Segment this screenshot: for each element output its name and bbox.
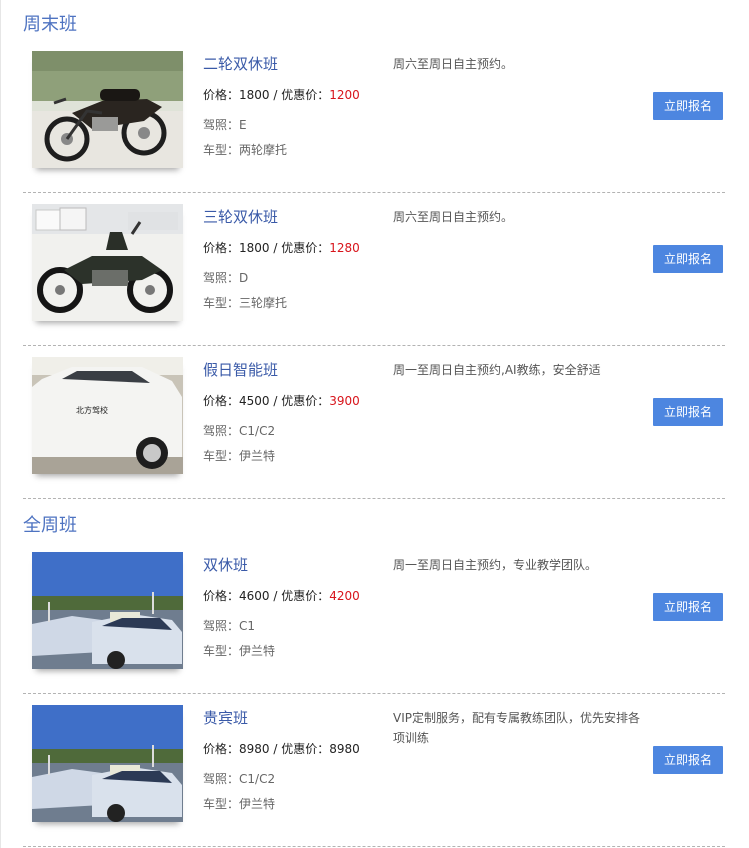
course-card: 三轮双休班 价格：1800 / 优惠价：1280 驾照：D 车型：三轮摩托 周六… <box>23 193 725 346</box>
price-label: 价格： <box>203 88 240 102</box>
license-label: 驾照： <box>203 118 240 132</box>
license-label: 驾照： <box>203 772 240 786</box>
model-line: 车型：伊兰特 <box>203 447 275 465</box>
model-label: 车型： <box>203 449 240 463</box>
license-line: 驾照：C1/C2 <box>203 422 275 440</box>
price-line: 价格：1800 / 优惠价：1280 <box>203 239 360 257</box>
license-line: 驾照：E <box>203 116 247 134</box>
signup-button[interactable]: 立即报名 <box>653 746 723 774</box>
price-line: 价格：1800 / 优惠价：1200 <box>203 86 360 104</box>
model-value: 伊兰特 <box>239 449 276 463</box>
discount-price: 1280 <box>329 241 360 255</box>
discount-price: 3900 <box>329 394 360 408</box>
discount-label: / 优惠价： <box>269 742 330 756</box>
license-value: D <box>239 271 249 285</box>
course-card: 贵宾班 价格：8980 / 优惠价：8980 驾照：C1/C2 车型：伊兰特 V… <box>23 694 725 847</box>
white-training-car-photo[interactable]: 北方驾校 <box>32 357 183 474</box>
discount-price: 1200 <box>329 88 360 102</box>
license-line: 驾照：D <box>203 269 248 287</box>
section-title-weekend: 周末班 <box>23 14 77 35</box>
training-cars-lot-photo[interactable] <box>32 705 183 822</box>
price-label: 价格： <box>203 241 240 255</box>
price-label: 价格： <box>203 394 240 408</box>
model-value: 伊兰特 <box>239 797 276 811</box>
model-label: 车型： <box>203 644 240 658</box>
discount-label: / 优惠价： <box>269 394 330 408</box>
price-value: 8980 <box>239 742 270 756</box>
course-name[interactable]: 假日智能班 <box>203 360 278 380</box>
price-label: 价格： <box>203 589 240 603</box>
course-name[interactable]: 三轮双休班 <box>203 207 278 227</box>
model-value: 三轮摩托 <box>239 296 288 310</box>
license-line: 驾照：C1 <box>203 617 255 635</box>
model-label: 车型： <box>203 143 240 157</box>
motorcycle-photo[interactable] <box>32 51 183 168</box>
price-value: 4500 <box>239 394 270 408</box>
signup-button[interactable]: 立即报名 <box>653 593 723 621</box>
price-label: 价格： <box>203 742 240 756</box>
model-label: 车型： <box>203 797 240 811</box>
license-label: 驾照： <box>203 424 240 438</box>
model-line: 车型：两轮摩托 <box>203 141 287 159</box>
license-line: 驾照：C1/C2 <box>203 770 275 788</box>
course-description: VIP定制服务，配有专属教练团队，优先安排各项训练 <box>393 711 640 745</box>
price-line: 价格：4600 / 优惠价：4200 <box>203 587 360 605</box>
price-line: 价格：4500 / 优惠价：3900 <box>203 392 360 410</box>
section-title-fullweek: 全周班 <box>23 515 77 536</box>
sidecar-motorcycle-photo[interactable] <box>32 204 183 321</box>
license-value: C1/C2 <box>239 772 276 786</box>
signup-button[interactable]: 立即报名 <box>653 92 723 120</box>
discount-label: / 优惠价： <box>269 88 330 102</box>
discount-label: / 优惠价： <box>269 589 330 603</box>
course-card: 北方驾校 假日智能班 价格：4500 / 优惠价：3900 驾照：C1/C2 车… <box>23 346 725 499</box>
model-label: 车型： <box>203 296 240 310</box>
course-name[interactable]: 贵宾班 <box>203 708 248 728</box>
license-value: E <box>239 118 247 132</box>
discount-price: 4200 <box>329 589 360 603</box>
course-description: 周六至周日自主预约。 <box>393 210 514 224</box>
course-card: 二轮双休班 价格：1800 / 优惠价：1200 驾照：E 车型：两轮摩托 周六… <box>23 40 725 193</box>
license-value: C1/C2 <box>239 424 276 438</box>
course-name[interactable]: 二轮双休班 <box>203 54 278 74</box>
thumbnail-caption: 北方驾校 <box>76 405 108 415</box>
page-left-border <box>0 0 1 848</box>
course-name[interactable]: 双休班 <box>203 555 248 575</box>
signup-button[interactable]: 立即报名 <box>653 398 723 426</box>
model-line: 车型：伊兰特 <box>203 795 275 813</box>
price-value: 1800 <box>239 88 270 102</box>
course-description: 周一至周日自主预约,AI教练，安全舒适 <box>393 363 601 377</box>
model-line: 车型：三轮摩托 <box>203 294 287 312</box>
license-value: C1 <box>239 619 256 633</box>
course-card: 双休班 价格：4600 / 优惠价：4200 驾照：C1 车型：伊兰特 周一至周… <box>23 541 725 694</box>
training-cars-lot-photo[interactable] <box>32 552 183 669</box>
model-value: 两轮摩托 <box>239 143 288 157</box>
license-label: 驾照： <box>203 619 240 633</box>
model-value: 伊兰特 <box>239 644 276 658</box>
course-description: 周一至周日自主预约，专业教学团队。 <box>393 558 598 572</box>
license-label: 驾照： <box>203 271 240 285</box>
course-description: 周六至周日自主预约。 <box>393 57 514 71</box>
price-value: 4600 <box>239 589 270 603</box>
price-value: 1800 <box>239 241 270 255</box>
discount-price: 8980 <box>329 742 360 756</box>
model-line: 车型：伊兰特 <box>203 642 275 660</box>
signup-button[interactable]: 立即报名 <box>653 245 723 273</box>
discount-label: / 优惠价： <box>269 241 330 255</box>
price-line: 价格：8980 / 优惠价：8980 <box>203 740 360 758</box>
